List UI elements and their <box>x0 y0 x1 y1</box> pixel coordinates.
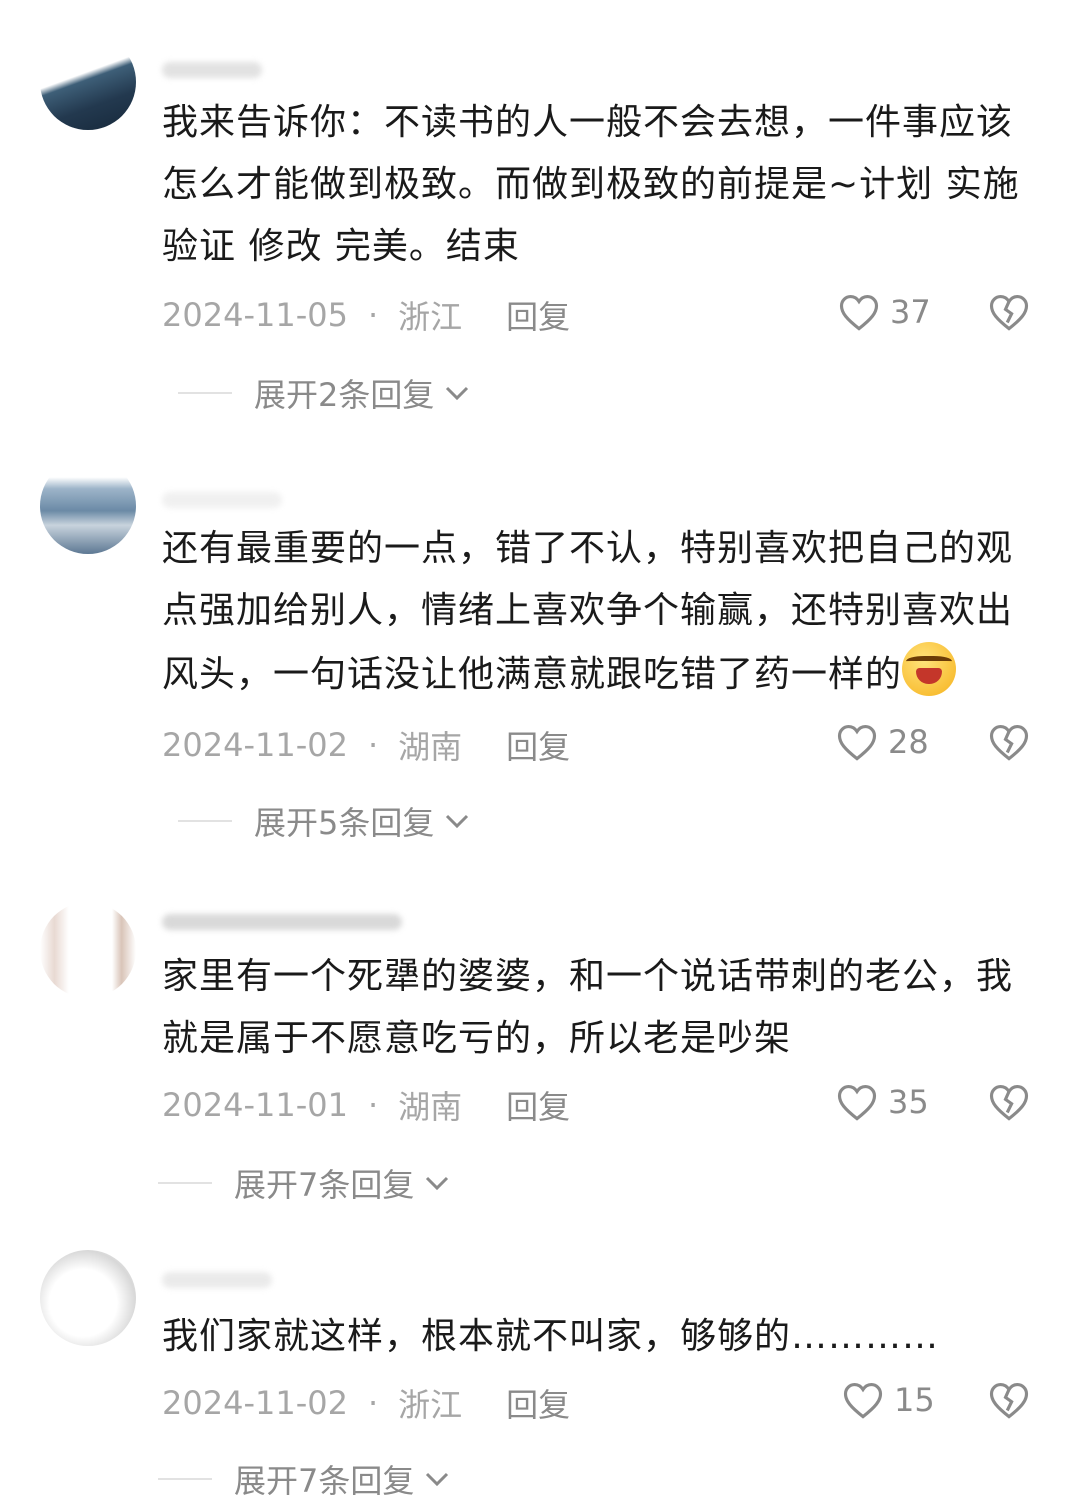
heart-outline-icon <box>839 295 879 331</box>
like-count: 15 <box>894 1381 935 1419</box>
comment-text: 家里有一个死犟的婆婆，和一个说话带刺的老公，我就是属于不愿意吃亏的，所以老是吵架 <box>162 956 1014 1059</box>
expand-replies-button[interactable]: 展开7条回复 <box>158 1456 450 1502</box>
comment-date: 2024-11-05 <box>162 296 348 334</box>
username[interactable] <box>162 492 282 508</box>
comment-meta: 2024-11-01 · 湖南 回复 <box>162 1082 570 1128</box>
broken-heart-icon <box>989 1383 1029 1419</box>
like-button[interactable]: 35 <box>836 1082 929 1122</box>
expand-replies-label: 展开2条回复 <box>254 376 435 414</box>
dislike-button[interactable] <box>988 1380 1030 1424</box>
comment-meta: 2024-11-05 · 浙江 回复 <box>162 292 570 338</box>
comment-location: 湖南 <box>398 728 463 766</box>
like-button[interactable]: 15 <box>842 1380 935 1420</box>
separator-dot: · <box>367 1384 379 1422</box>
reply-button[interactable]: 回复 <box>506 722 570 768</box>
comment-text: 我们家就这样，根本就不叫家，够够的………… <box>162 1316 940 1357</box>
expand-divider <box>178 820 232 822</box>
expand-replies-button[interactable]: 展开5条回复 <box>178 798 470 844</box>
comment-location: 湖南 <box>398 1088 463 1126</box>
expand-replies-label: 展开7条回复 <box>234 1166 415 1204</box>
broken-heart-icon <box>989 295 1029 331</box>
comment-location: 浙江 <box>398 298 463 336</box>
like-count: 35 <box>888 1083 929 1121</box>
broken-heart-icon <box>989 725 1029 761</box>
reply-button[interactable]: 回复 <box>506 1380 570 1426</box>
separator-dot: · <box>367 726 379 764</box>
dislike-button[interactable] <box>988 292 1030 336</box>
like-button[interactable]: 28 <box>836 722 929 762</box>
username[interactable] <box>162 62 262 78</box>
expand-replies-label: 展开5条回复 <box>254 804 435 842</box>
expand-divider <box>178 392 232 394</box>
like-button[interactable]: 37 <box>838 292 931 332</box>
comment-date: 2024-11-02 <box>162 726 348 764</box>
heart-outline-icon <box>843 1383 883 1419</box>
separator-dot: · <box>367 296 379 334</box>
dislike-button[interactable] <box>988 722 1030 766</box>
username[interactable] <box>162 914 402 930</box>
comment-location: 浙江 <box>398 1386 463 1424</box>
comment-meta: 2024-11-02 · 湖南 回复 <box>162 722 570 768</box>
comment-meta: 2024-11-02 · 浙江 回复 <box>162 1380 570 1426</box>
broken-heart-icon <box>989 1085 1029 1121</box>
laughing-crying-emoji-icon <box>902 642 957 696</box>
comment-text-content: 还有最重要的一点，错了不认，特别喜欢把自己的观点强加给别人，情绪上喜欢争个输赢，… <box>162 528 1014 695</box>
expand-replies-button[interactable]: 展开2条回复 <box>178 370 470 416</box>
expand-divider <box>158 1478 212 1480</box>
expand-divider <box>158 1182 212 1184</box>
reply-button[interactable]: 回复 <box>506 292 570 338</box>
comment-text: 还有最重要的一点，错了不认，特别喜欢把自己的观点强加给别人，情绪上喜欢争个输赢，… <box>162 518 1042 706</box>
chevron-down-icon <box>426 1176 449 1191</box>
avatar[interactable] <box>40 902 136 998</box>
username[interactable] <box>162 1272 272 1288</box>
expand-replies-button[interactable]: 展开7条回复 <box>158 1160 450 1206</box>
comment-date: 2024-11-01 <box>162 1086 348 1124</box>
dislike-button[interactable] <box>988 1082 1030 1126</box>
chevron-down-icon <box>446 386 469 401</box>
like-count: 28 <box>888 723 929 761</box>
avatar[interactable] <box>40 34 136 130</box>
comment-text: 我来告诉你：不读书的人一般不会去想，一件事应该怎么才能做到极致。而做到极致的前提… <box>162 102 1020 267</box>
chevron-down-icon <box>426 1472 449 1487</box>
expand-replies-label: 展开7条回复 <box>234 1462 415 1500</box>
avatar[interactable] <box>40 1250 136 1346</box>
avatar[interactable] <box>40 458 136 554</box>
like-count: 37 <box>890 293 931 331</box>
comment-date: 2024-11-02 <box>162 1384 348 1422</box>
separator-dot: · <box>367 1086 379 1124</box>
reply-button[interactable]: 回复 <box>506 1082 570 1128</box>
heart-outline-icon <box>837 1085 877 1121</box>
chevron-down-icon <box>446 814 469 829</box>
heart-outline-icon <box>837 725 877 761</box>
